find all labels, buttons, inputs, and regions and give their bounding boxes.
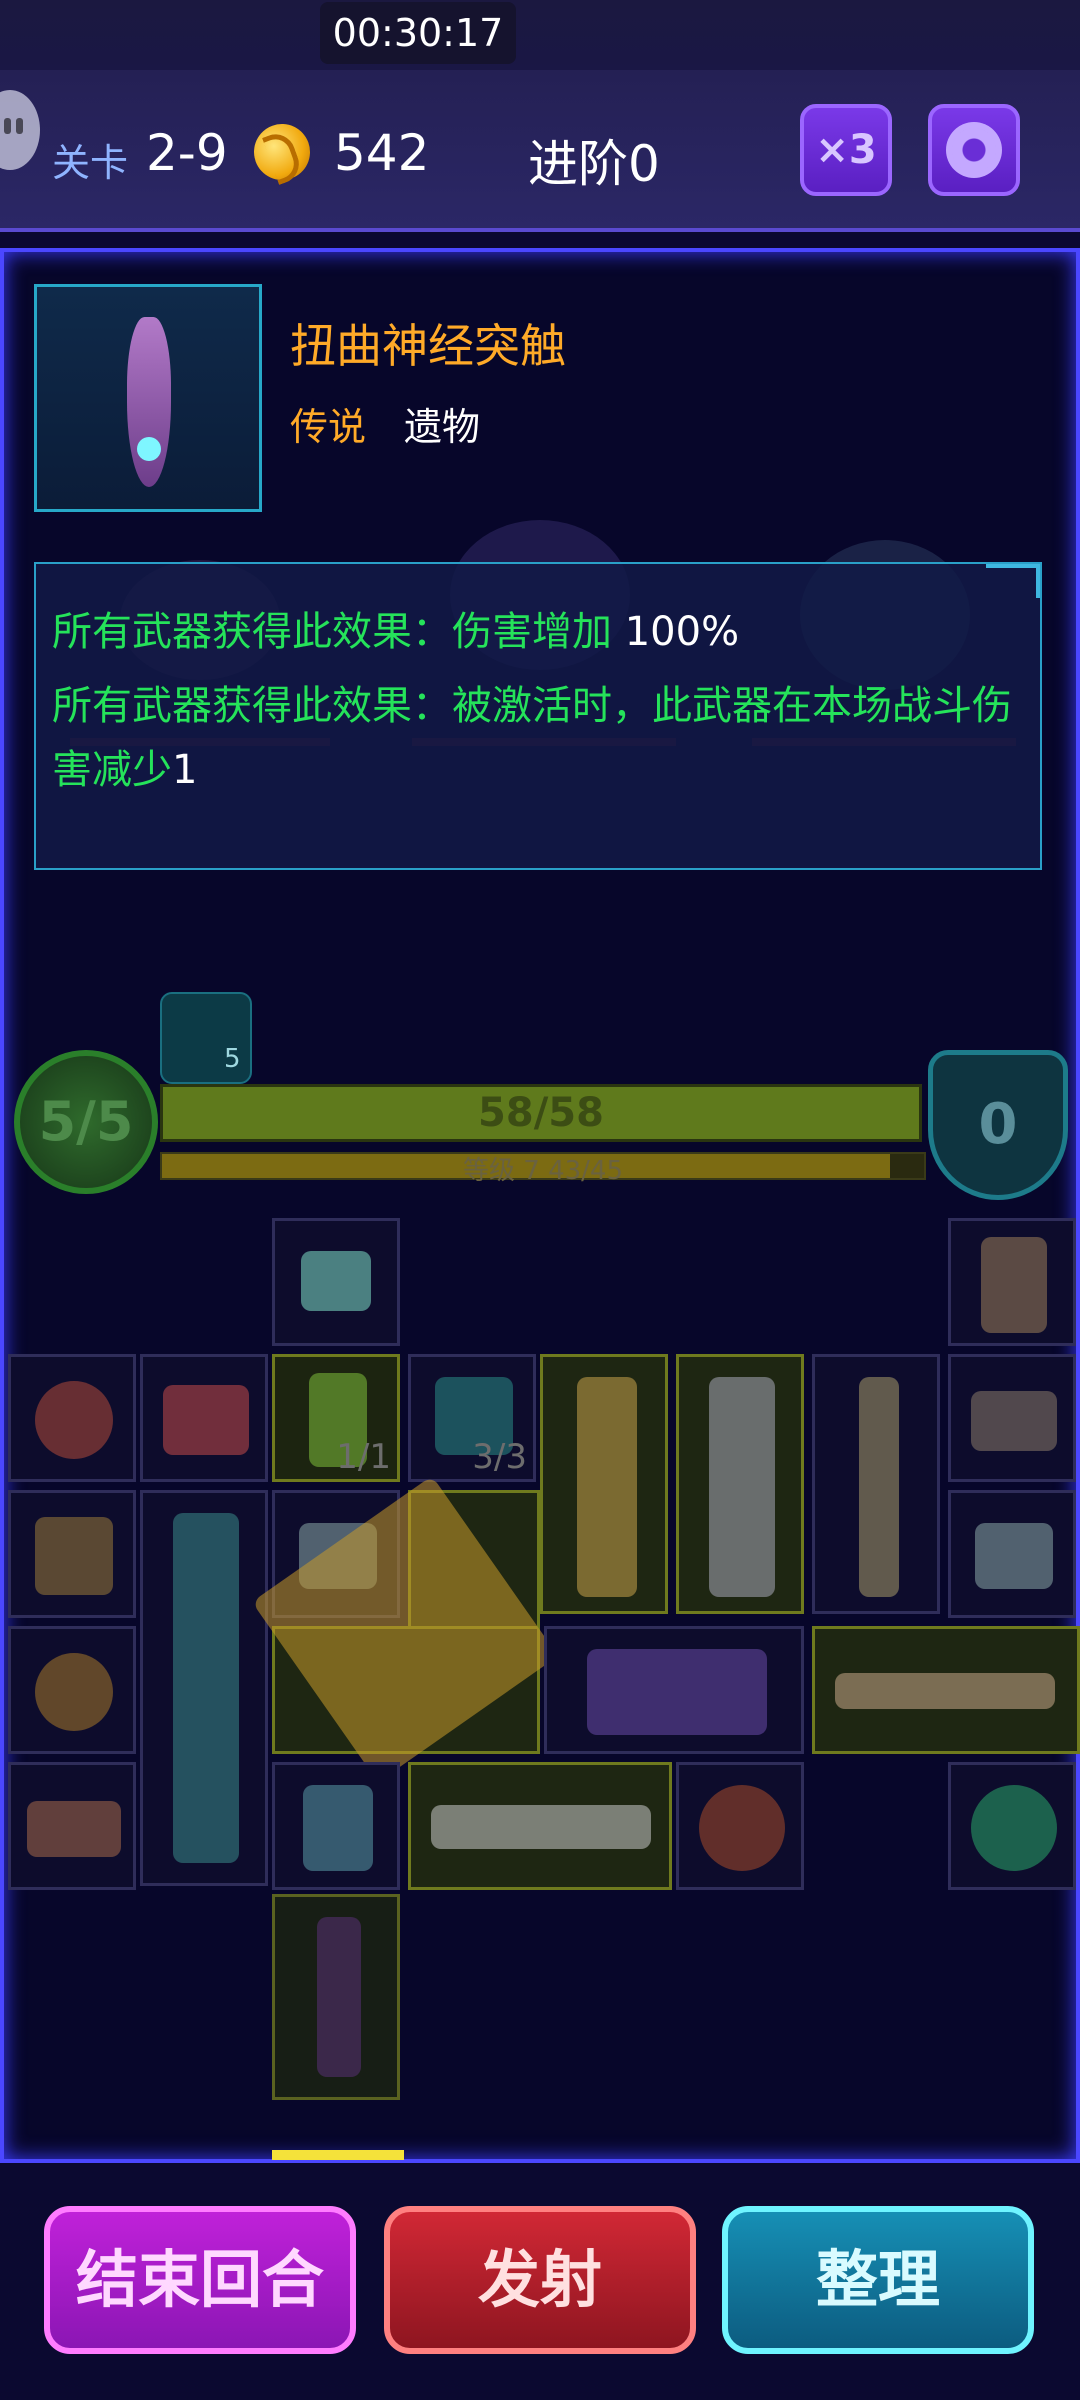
tentacle-icon [317, 1917, 361, 2077]
reactor-icon [699, 1785, 785, 1871]
xp-bar: 等级 7 43/45 [160, 1152, 926, 1186]
jaw-icon [163, 1385, 249, 1455]
item-thumbnail [34, 284, 262, 512]
jet-icon [587, 1649, 767, 1735]
blade-icon [859, 1377, 899, 1597]
advance-level: 进阶0 [528, 135, 660, 193]
crystal-icon [301, 1251, 371, 1311]
inventory-cell[interactable] [251, 1475, 559, 1783]
engine-icon [971, 1391, 1057, 1451]
inventory-cell[interactable] [272, 1762, 400, 1890]
inventory-cell[interactable] [948, 1762, 1076, 1890]
item-description: 所有武器获得此效果：伤害增加 100% 所有武器获得此效果：被激活时，此武器在本… [34, 562, 1042, 870]
shield-icon: 0 [928, 1050, 1068, 1200]
top-bar: 关卡 2-9 542 进阶0 ×3 [0, 70, 1080, 232]
xp-text: 等级 7 43/45 [463, 1156, 623, 1186]
fire-button[interactable]: 发射 [384, 2206, 696, 2354]
level-label: 关卡 [52, 141, 129, 185]
item-rarity: 传说 [290, 405, 367, 449]
rocket-icon [431, 1805, 651, 1849]
effect-line: 所有武器获得此效果：被激活时，此武器在本场战斗伤害减少1 [52, 683, 1012, 793]
inventory-cell[interactable] [8, 1626, 136, 1754]
inventory-cell[interactable] [540, 1354, 668, 1614]
item-name: 扭曲神经突触 [290, 319, 566, 373]
inventory-cell[interactable] [812, 1354, 940, 1614]
power-count: 5 [224, 1044, 241, 1074]
inventory-cell[interactable] [8, 1354, 136, 1482]
cannon-icon [577, 1377, 637, 1597]
level-value: 2-9 [146, 124, 228, 182]
inventory-cell[interactable] [948, 1490, 1076, 1618]
gear-icon [946, 122, 1002, 178]
inventory-grid: 1/1 3/3 [0, 1218, 1080, 2100]
inventory-cell[interactable] [812, 1626, 1080, 1754]
hull-icon [173, 1513, 239, 1863]
module-icon [975, 1523, 1053, 1589]
player-lives: 5/5 [14, 1050, 158, 1194]
inventory-cell[interactable]: 3/3 [408, 1354, 536, 1482]
inventory-cell[interactable]: 1/1 [272, 1354, 400, 1482]
inventory-cell[interactable] [272, 1218, 400, 1346]
inventory-cell[interactable] [948, 1218, 1076, 1346]
clover-icon [971, 1785, 1057, 1871]
clock: 00:30:17 [320, 2, 516, 64]
status-bar: 00:30:17 [0, 0, 1080, 70]
cell-count: 3/3 [472, 1437, 527, 1477]
hex-core-icon [35, 1653, 113, 1731]
inventory-cell[interactable] [948, 1354, 1076, 1482]
inventory-cell[interactable] [544, 1626, 804, 1754]
item-type: 遗物 [404, 405, 481, 449]
tentacle-icon [127, 317, 171, 487]
sort-button[interactable]: 整理 [722, 2206, 1034, 2354]
corner-decoration [986, 564, 1040, 598]
inventory-cell[interactable] [408, 1762, 672, 1890]
inventory-cell[interactable] [8, 1490, 136, 1618]
claw-icon [35, 1517, 113, 1595]
gear-part-icon [35, 1381, 113, 1459]
inventory-cell[interactable] [676, 1354, 804, 1614]
inventory-cell[interactable] [676, 1762, 804, 1890]
coin-count: 542 [334, 124, 430, 182]
speed-button[interactable]: ×3 [800, 104, 892, 196]
missile-icon [835, 1673, 1055, 1709]
drill-icon [27, 1801, 121, 1857]
hp-bar: 58/58 [160, 1084, 922, 1142]
end-turn-button[interactable]: 结束回合 [44, 2206, 356, 2354]
effect-line: 所有武器获得此效果：伤害增加 100% [52, 609, 740, 655]
cell-count: 1/1 [336, 1437, 391, 1477]
turret-icon [303, 1785, 373, 1871]
selected-indicator [272, 2150, 404, 2160]
inventory-cell[interactable] [140, 1490, 268, 1886]
inventory-cell[interactable] [8, 1762, 136, 1890]
inventory-cell[interactable] [140, 1354, 268, 1482]
settings-button[interactable] [928, 104, 1020, 196]
laser-icon [709, 1377, 775, 1597]
pause-icon [4, 118, 11, 134]
selected-slot[interactable] [272, 1894, 400, 2100]
coin-icon [246, 116, 318, 188]
armor-icon [981, 1237, 1047, 1333]
